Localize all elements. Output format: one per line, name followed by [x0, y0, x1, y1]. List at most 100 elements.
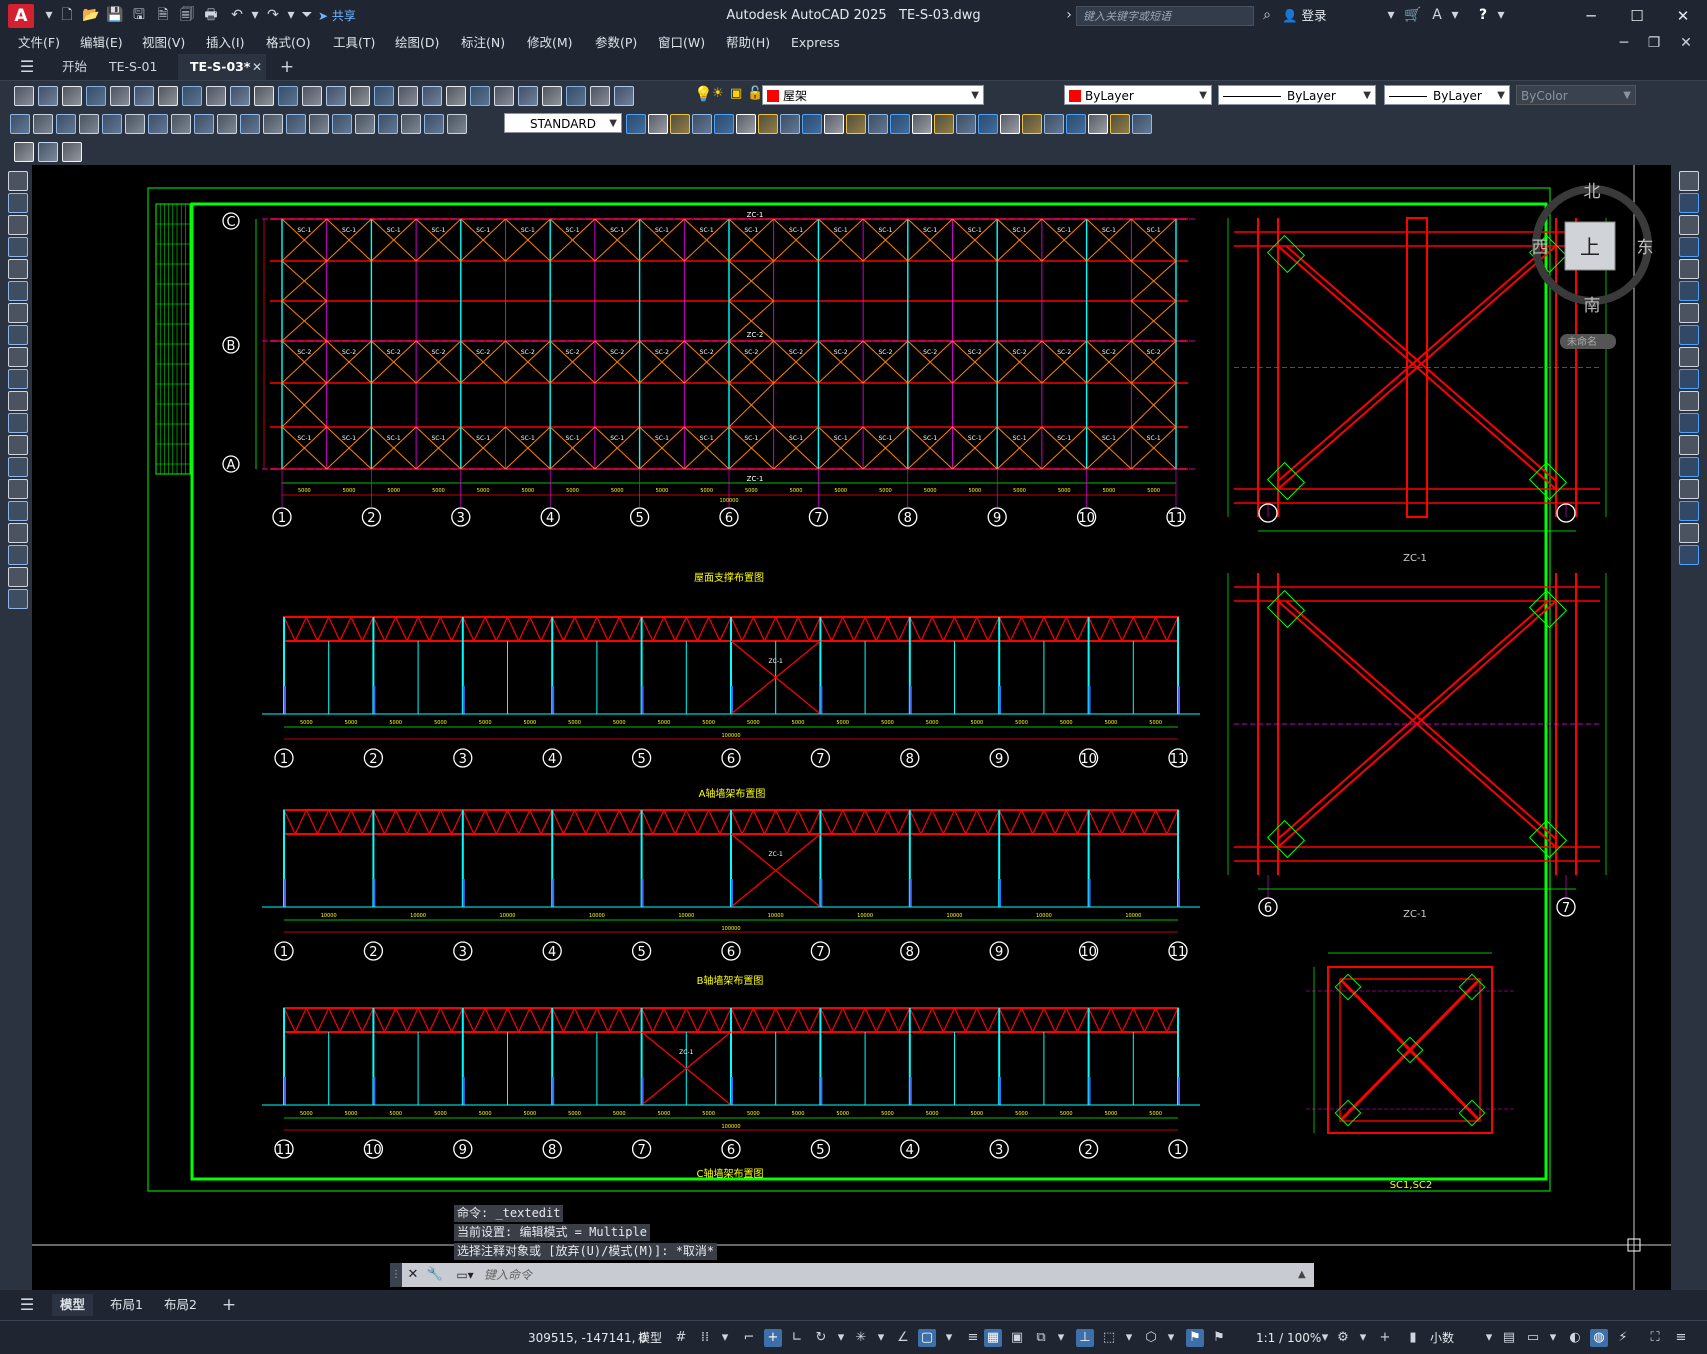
save-icon[interactable]	[62, 86, 82, 106]
gradient-icon[interactable]	[8, 501, 28, 521]
jogged-icon[interactable]	[125, 114, 145, 134]
open-icon[interactable]	[38, 86, 58, 106]
undo-icon[interactable]: ↶	[228, 6, 246, 24]
redo-icon[interactable]: ↷	[264, 6, 282, 24]
color-dropdown[interactable]: ByLayer ▼	[1064, 85, 1212, 105]
viewcube-east[interactable]: 东	[1637, 238, 1654, 258]
line-icon[interactable]	[8, 171, 28, 191]
object-snap-tracking-icon[interactable]: ∠	[894, 1329, 912, 1347]
quick-properties-icon[interactable]: ▤	[1500, 1329, 1518, 1347]
trim-v-icon[interactable]	[1679, 369, 1699, 389]
diameter-icon[interactable]	[148, 114, 168, 134]
tab-layout2[interactable]: 布局2	[156, 1294, 205, 1316]
polar-dropdown-icon[interactable]: ▾	[832, 1329, 850, 1347]
copy-obj-icon[interactable]	[648, 114, 668, 134]
zoom-realtime-icon[interactable]	[422, 86, 442, 106]
properties-icon[interactable]	[494, 86, 514, 106]
annotation-scale-dropdown-icon[interactable]: ▾	[1316, 1329, 1334, 1347]
dynamic-input-icon[interactable]: +	[764, 1329, 782, 1347]
ordinate-icon[interactable]	[79, 114, 99, 134]
recent-commands-icon[interactable]: ▭▾	[450, 1266, 480, 1284]
infer-constraints-icon[interactable]: ⌐	[740, 1329, 758, 1347]
quickcalc-icon[interactable]	[614, 86, 634, 106]
workspace-dropdown-icon[interactable]: ▾	[1354, 1329, 1372, 1347]
ellipse-arc-icon[interactable]	[8, 391, 28, 411]
gizmo-icon[interactable]: ⬡	[1142, 1329, 1160, 1347]
selection-cycling-icon[interactable]: ▣	[1008, 1329, 1026, 1347]
linetype-dropdown[interactable]: ByLayer ▼	[1218, 85, 1376, 105]
rotate-icon[interactable]	[758, 114, 778, 134]
save-web-icon[interactable]: 🗐	[178, 6, 196, 24]
spline-icon[interactable]	[8, 347, 28, 367]
zoom-window-icon[interactable]	[446, 86, 466, 106]
tab-close-icon[interactable]: ✕	[248, 58, 266, 76]
linear-dim-icon[interactable]	[10, 114, 30, 134]
table-icon[interactable]	[8, 545, 28, 565]
menu-help[interactable]: 帮助(H)	[726, 35, 770, 51]
selection-filter-dropdown-icon[interactable]: ▾	[1120, 1329, 1138, 1347]
help-dropdown-icon[interactable]: ▾	[1492, 6, 1510, 24]
mirror-icon[interactable]	[670, 114, 690, 134]
menu-tools[interactable]: 工具(T)	[333, 35, 375, 51]
command-history-toggle-icon[interactable]: ▲	[1298, 1266, 1312, 1284]
sheet-set-icon[interactable]	[566, 86, 586, 106]
save-icon[interactable]: 💾	[106, 6, 124, 24]
break-point-v-icon[interactable]	[1679, 413, 1699, 433]
lock-ui-icon[interactable]: ▭	[1524, 1329, 1542, 1347]
paste-icon[interactable]	[230, 86, 250, 106]
isolate-objects-icon[interactable]: ◐	[1566, 1329, 1584, 1347]
dynamic-ucs-icon[interactable]: ⊥	[1076, 1329, 1094, 1347]
array-icon[interactable]	[714, 114, 734, 134]
save-as-icon[interactable]: 🖫	[130, 6, 148, 24]
customization-icon[interactable]: ≡	[1672, 1329, 1690, 1347]
block-editor-icon[interactable]	[278, 86, 298, 106]
insert-block-icon[interactable]	[14, 142, 34, 162]
3d-print-icon[interactable]	[158, 86, 178, 106]
multiline-text-icon[interactable]	[8, 567, 28, 587]
insert-block-v-icon[interactable]	[8, 413, 28, 433]
auto-scale-icon[interactable]: ⚑	[1210, 1329, 1228, 1347]
tab-te-s-01[interactable]: TE-S-01	[97, 54, 169, 80]
plot-preview-icon[interactable]	[110, 86, 130, 106]
inspect-icon[interactable]	[355, 114, 375, 134]
app-menu-chevron-icon[interactable]: ▾	[40, 6, 58, 24]
3d-osnap-dropdown-icon[interactable]: ▾	[1052, 1329, 1070, 1347]
construction-line-icon[interactable]	[8, 193, 28, 213]
quick-dim-icon[interactable]	[194, 114, 214, 134]
selection-filter-icon[interactable]: ⬚	[1100, 1329, 1118, 1347]
viewcube-south[interactable]: 南	[1584, 296, 1601, 316]
menu-express[interactable]: Express	[791, 35, 840, 51]
tool-palettes-icon[interactable]	[542, 86, 562, 106]
polygon-icon[interactable]	[8, 237, 28, 257]
performance-icon[interactable]: ⚡	[1614, 1329, 1632, 1347]
sun-icon[interactable]: ☀	[712, 85, 730, 103]
join-icon[interactable]	[912, 114, 932, 134]
ellipse-icon[interactable]	[8, 369, 28, 389]
help-icon[interactable]: ?	[1474, 6, 1492, 24]
autodesk-dropdown-icon[interactable]: ▾	[1446, 6, 1464, 24]
annotation-visibility-icon[interactable]: ⚑	[1186, 1329, 1204, 1347]
doc-restore-icon[interactable]: ❐	[1645, 34, 1663, 52]
arc-length-icon[interactable]	[56, 114, 76, 134]
plotstyle-dropdown[interactable]: ByColor ▼	[1516, 85, 1636, 105]
cart-icon[interactable]: 🛒	[1404, 6, 1422, 24]
chamfer-icon[interactable]	[934, 114, 954, 134]
sign-in-dropdown-icon[interactable]: ▾	[1382, 6, 1400, 24]
rectangle-icon[interactable]	[8, 259, 28, 279]
layer-iso-icon[interactable]	[1044, 114, 1064, 134]
menu-format[interactable]: 格式(O)	[266, 35, 311, 51]
extend-icon[interactable]	[846, 114, 866, 134]
break-icon[interactable]	[890, 114, 910, 134]
doc-close-icon[interactable]: ✕	[1677, 34, 1695, 52]
command-close-icon[interactable]: ✕	[404, 1266, 422, 1284]
hardware-accel-icon[interactable]: ◍	[1590, 1329, 1608, 1347]
break-v-icon[interactable]	[1679, 435, 1699, 455]
layout-list-icon[interactable]: ☰	[18, 1296, 36, 1314]
clean-screen-icon[interactable]: ⛶	[1646, 1329, 1664, 1347]
snap-icon[interactable]: ⁞⁞	[696, 1329, 714, 1347]
menu-file[interactable]: 文件(F)	[18, 35, 60, 51]
copy-v-icon[interactable]	[1679, 193, 1699, 213]
units-value[interactable]: 小数	[1430, 1329, 1454, 1347]
units-dropdown-icon[interactable]: ▾	[1480, 1329, 1498, 1347]
command-customize-icon[interactable]: 🔧	[426, 1266, 444, 1284]
